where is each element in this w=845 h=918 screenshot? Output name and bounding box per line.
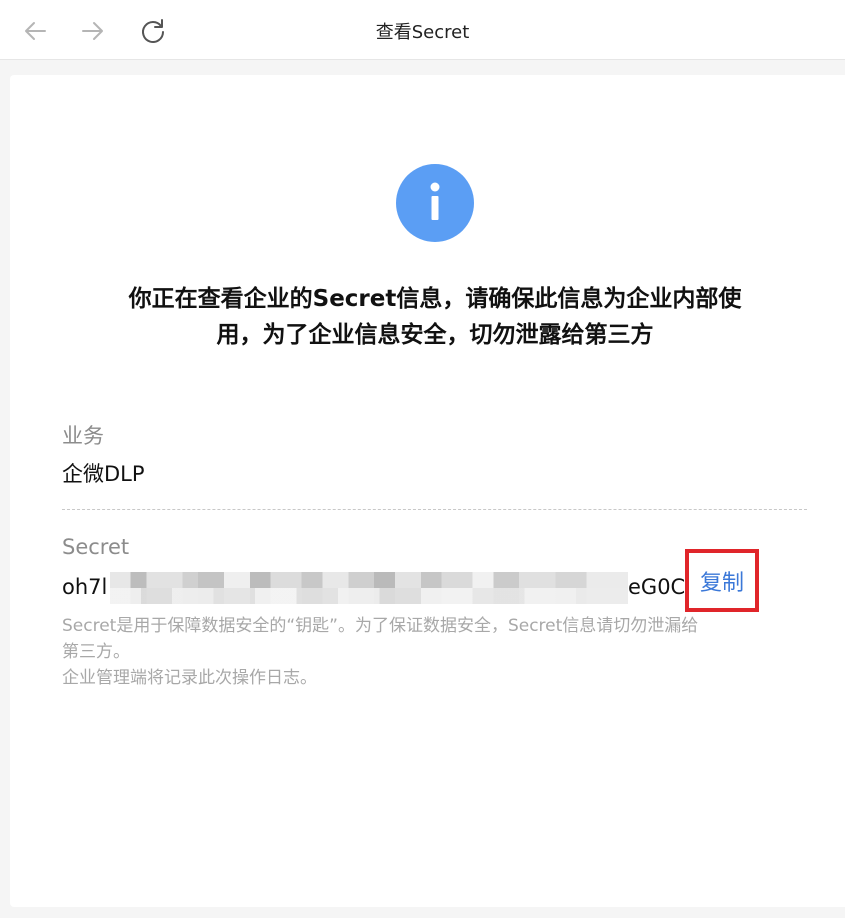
secret-card: 你正在查看企业的Secret信息，请确保此信息为企业内部使 用，为了企业信息安全… xyxy=(10,75,845,907)
business-label: 业务 xyxy=(62,424,104,448)
copy-secret-button[interactable]: 复制 xyxy=(685,549,759,612)
secret-hint: Secret是用于保障数据安全的“钥匙”。为了保证数据安全，Secret信息请切… xyxy=(62,613,822,691)
secret-value-prefix: oh7l xyxy=(62,575,108,599)
redacted-mosaic xyxy=(110,572,628,604)
divider xyxy=(62,509,807,510)
warning-message: 你正在查看企业的Secret信息，请确保此信息为企业内部使 用，为了企业信息安全… xyxy=(50,281,820,353)
business-value: 企微DLP xyxy=(62,462,145,486)
warning-line-1: 你正在查看企业的Secret信息，请确保此信息为企业内部使 xyxy=(128,286,742,312)
secret-label: Secret xyxy=(62,535,130,559)
copy-label: 复制 xyxy=(699,570,744,596)
hint-line-3: 企业管理端将记录此次操作日志。 xyxy=(62,668,317,688)
secret-value-suffix: eG0C xyxy=(628,575,686,599)
secret-value: oh7l eG0C xyxy=(62,572,692,604)
info-icon xyxy=(396,164,474,242)
window-title: 查看Secret xyxy=(375,22,470,43)
hint-line-2: 第三方。 xyxy=(62,642,130,662)
title-bar: 查看Secret xyxy=(0,0,845,60)
warning-line-2: 用，为了企业信息安全，切勿泄露给第三方 xyxy=(216,322,654,348)
hint-line-1: Secret是用于保障数据安全的“钥匙”。为了保证数据安全，Secret信息请切… xyxy=(62,616,699,636)
